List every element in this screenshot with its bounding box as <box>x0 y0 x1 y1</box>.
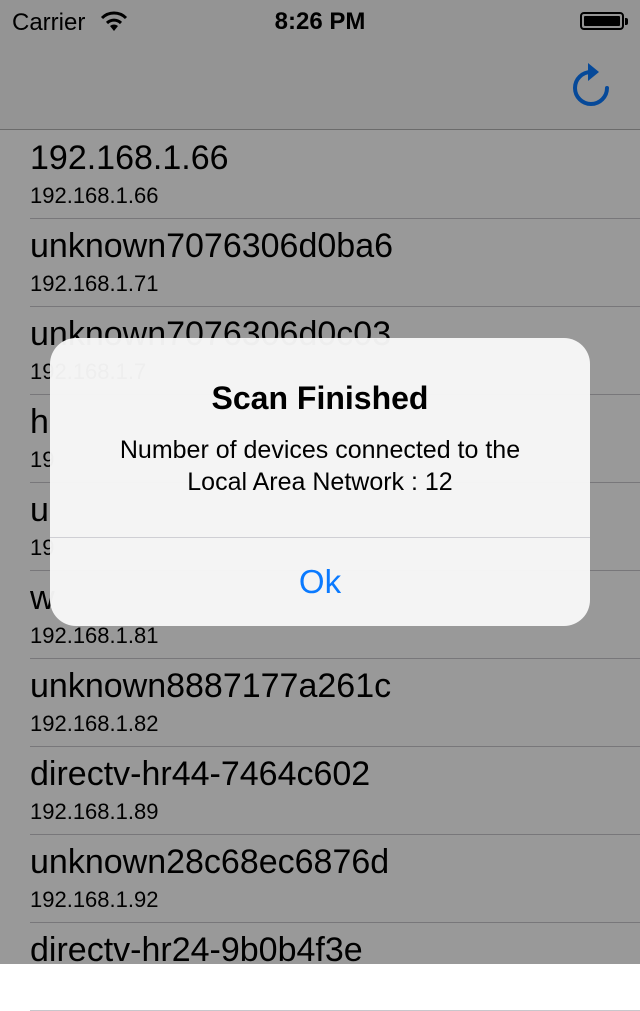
alert-title: Scan Finished <box>211 380 429 416</box>
scan-finished-alert: Scan Finished Number of devices connecte… <box>50 338 590 626</box>
alert-message: Number of devices connected to the Local… <box>70 434 570 498</box>
ok-button[interactable]: Ok <box>50 538 590 626</box>
alert-message-line: Local Area Network : 12 <box>187 468 453 496</box>
alert-message-line: Number of devices connected to the <box>119 436 521 464</box>
